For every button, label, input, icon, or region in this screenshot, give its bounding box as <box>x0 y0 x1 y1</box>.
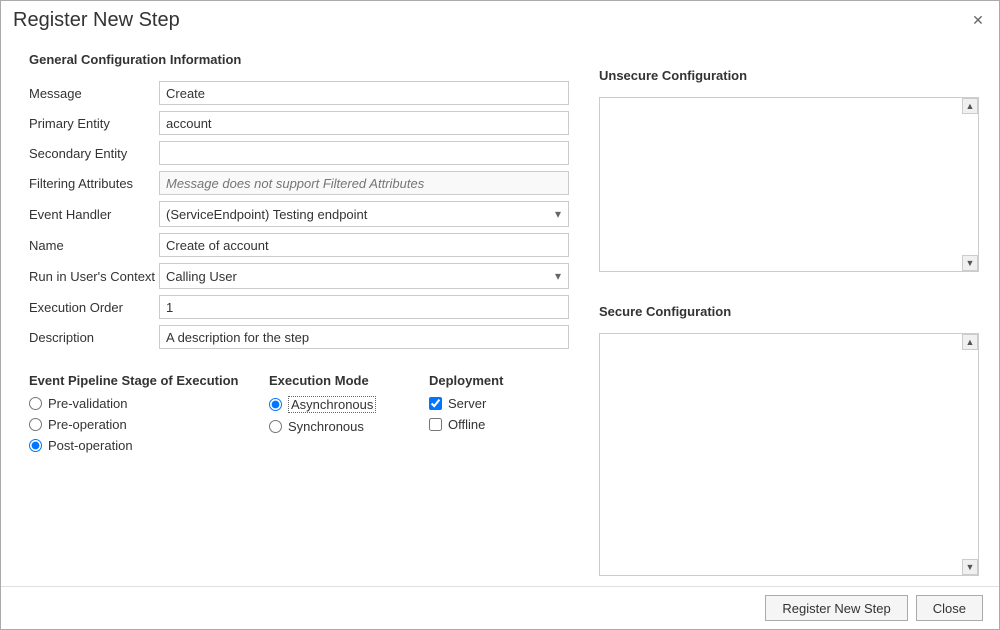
pipeline-prevalidation-radio[interactable] <box>29 397 42 410</box>
message-input[interactable] <box>159 81 569 105</box>
deployment-offline-row: Offline <box>429 417 569 432</box>
deployment-column: Deployment Server Offline <box>429 373 569 459</box>
deployment-server-row: Server <box>429 396 569 411</box>
message-control <box>159 81 569 105</box>
pipeline-preoperation-row: Pre-operation <box>29 417 269 432</box>
secure-config-section: Secure Configuration ▲ ▼ <box>599 288 979 576</box>
dialog-body: General Configuration Information Messag… <box>1 36 999 586</box>
pipeline-preoperation-label: Pre-operation <box>48 417 127 432</box>
event-handler-label: Event Handler <box>29 207 159 222</box>
secondary-entity-row: Secondary Entity <box>29 141 569 165</box>
pipeline-column: Event Pipeline Stage of Execution Pre-va… <box>29 373 269 459</box>
execution-order-control <box>159 295 569 319</box>
bottom-columns: Event Pipeline Stage of Execution Pre-va… <box>29 373 569 459</box>
run-in-users-context-select-wrapper: Calling User <box>159 263 569 289</box>
deployment-server-label: Server <box>448 396 486 411</box>
description-label: Description <box>29 330 159 345</box>
primary-entity-label: Primary Entity <box>29 116 159 131</box>
execution-synchronous-radio[interactable] <box>269 420 282 433</box>
message-row: Message <box>29 81 569 105</box>
pipeline-prevalidation-row: Pre-validation <box>29 396 269 411</box>
primary-entity-row: Primary Entity <box>29 111 569 135</box>
secure-config-box: ▲ ▼ <box>599 333 979 576</box>
deployment-server-checkbox[interactable] <box>429 397 442 410</box>
execution-order-row: Execution Order <box>29 295 569 319</box>
execution-synchronous-label: Synchronous <box>288 419 364 434</box>
execution-order-input[interactable] <box>159 295 569 319</box>
filtering-attributes-input[interactable] <box>159 171 569 195</box>
unsecure-config-section: Unsecure Configuration ▲ ▼ <box>599 52 979 272</box>
filtering-attributes-row: Filtering Attributes <box>29 171 569 195</box>
register-new-step-button[interactable]: Register New Step <box>765 595 907 621</box>
secure-config-title: Secure Configuration <box>599 304 979 319</box>
execution-mode-title: Execution Mode <box>269 373 429 388</box>
pipeline-preoperation-radio[interactable] <box>29 418 42 431</box>
name-row: Name <box>29 233 569 257</box>
left-panel: General Configuration Information Messag… <box>1 36 589 586</box>
description-control <box>159 325 569 349</box>
secondary-entity-control <box>159 141 569 165</box>
pipeline-postoperation-label: Post-operation <box>48 438 133 453</box>
execution-asynchronous-radio[interactable] <box>269 398 282 411</box>
run-in-users-context-row: Run in User's Context Calling User <box>29 263 569 289</box>
description-input[interactable] <box>159 325 569 349</box>
pipeline-postoperation-radio[interactable] <box>29 439 42 452</box>
title-bar: Register New Step ✕ <box>1 1 999 36</box>
secure-scroll-down-btn[interactable]: ▼ <box>962 559 978 575</box>
name-control <box>159 233 569 257</box>
description-row: Description <box>29 325 569 349</box>
secondary-entity-input[interactable] <box>159 141 569 165</box>
unsecure-scroll-up-btn[interactable]: ▲ <box>962 98 978 114</box>
deployment-title: Deployment <box>429 373 569 388</box>
dialog-title: Register New Step <box>13 9 180 32</box>
pipeline-title: Event Pipeline Stage of Execution <box>29 373 269 388</box>
execution-sync-row: Synchronous <box>269 419 429 434</box>
event-handler-row: Event Handler (ServiceEndpoint) Testing … <box>29 201 569 227</box>
message-label: Message <box>29 86 159 101</box>
primary-entity-input[interactable] <box>159 111 569 135</box>
unsecure-config-title: Unsecure Configuration <box>599 68 979 83</box>
name-label: Name <box>29 238 159 253</box>
general-config-title: General Configuration Information <box>29 52 569 67</box>
pipeline-postoperation-row: Post-operation <box>29 438 269 453</box>
run-in-users-context-control: Calling User <box>159 263 569 289</box>
event-handler-control: (ServiceEndpoint) Testing endpoint <box>159 201 569 227</box>
execution-mode-column: Execution Mode Asynchronous Synchronous <box>269 373 429 459</box>
filtering-attributes-label: Filtering Attributes <box>29 176 159 191</box>
pipeline-prevalidation-label: Pre-validation <box>48 396 128 411</box>
secure-scroll-up-btn[interactable]: ▲ <box>962 334 978 350</box>
unsecure-config-box: ▲ ▼ <box>599 97 979 272</box>
execution-async-row: Asynchronous <box>269 396 429 413</box>
close-icon[interactable]: ✕ <box>969 12 987 30</box>
right-panel: Unsecure Configuration ▲ ▼ Secure Config… <box>589 36 999 586</box>
execution-asynchronous-label: Asynchronous <box>288 396 376 413</box>
run-in-users-context-label: Run in User's Context <box>29 269 159 284</box>
bottom-section: Event Pipeline Stage of Execution Pre-va… <box>29 363 569 459</box>
footer: Register New Step Close <box>1 586 999 629</box>
dialog: Register New Step ✕ General Configuratio… <box>0 0 1000 630</box>
name-input[interactable] <box>159 233 569 257</box>
unsecure-scroll-down-btn[interactable]: ▼ <box>962 255 978 271</box>
event-handler-select-wrapper: (ServiceEndpoint) Testing endpoint <box>159 201 569 227</box>
run-in-users-context-select[interactable]: Calling User <box>159 263 569 289</box>
secondary-entity-label: Secondary Entity <box>29 146 159 161</box>
deployment-offline-label: Offline <box>448 417 485 432</box>
execution-order-label: Execution Order <box>29 300 159 315</box>
close-button[interactable]: Close <box>916 595 983 621</box>
primary-entity-control <box>159 111 569 135</box>
filtering-attributes-control <box>159 171 569 195</box>
event-handler-select[interactable]: (ServiceEndpoint) Testing endpoint <box>159 201 569 227</box>
deployment-offline-checkbox[interactable] <box>429 418 442 431</box>
